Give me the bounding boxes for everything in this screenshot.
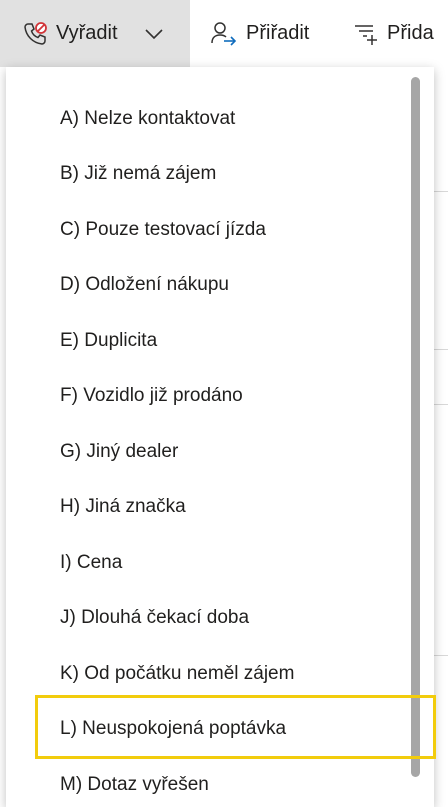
add-list-icon [353,21,379,47]
person-arrow-icon [210,21,238,47]
menu-item-j[interactable]: J) Dlouhá čekací doba [6,590,406,645]
menu-item-l[interactable]: L) Neuspokojená poptávka [6,701,406,756]
dropdown-scrollbar[interactable] [411,77,420,777]
menu-item-h[interactable]: H) Jiná značka [6,479,406,534]
disqualify-dropdown-menu: A) Nelze kontaktovat B) Již nemá zájem C… [6,67,434,807]
menu-item-a[interactable]: A) Nelze kontaktovat [6,91,406,146]
chevron-down-icon[interactable] [144,28,164,40]
add-button[interactable]: Přida [353,0,434,67]
assign-button[interactable]: Přiřadit [210,0,309,67]
menu-item-f[interactable]: F) Vozidlo již prodáno [6,368,406,423]
add-label: Přida [387,22,434,44]
menu-item-d[interactable]: D) Odložení nákupu [6,257,406,312]
disqualify-button[interactable]: Vyřadit [0,0,190,67]
menu-item-c[interactable]: C) Pouze testovací jízda [6,202,406,257]
assign-label: Přiřadit [246,22,310,44]
menu-item-e[interactable]: E) Duplicita [6,313,406,368]
menu-item-i[interactable]: I) Cena [6,535,406,590]
command-bar: Vyřadit Přiřadit Přida [0,0,448,67]
disqualify-label: Vyřadit [56,22,118,44]
menu-item-m[interactable]: M) Dotaz vyřešen [6,757,406,807]
menu-item-g[interactable]: G) Jiný dealer [6,424,406,479]
menu-item-b[interactable]: B) Již nemá zájem [6,146,406,201]
phone-blocked-icon [22,21,48,47]
menu-item-k[interactable]: K) Od počátku neměl zájem [6,646,406,701]
